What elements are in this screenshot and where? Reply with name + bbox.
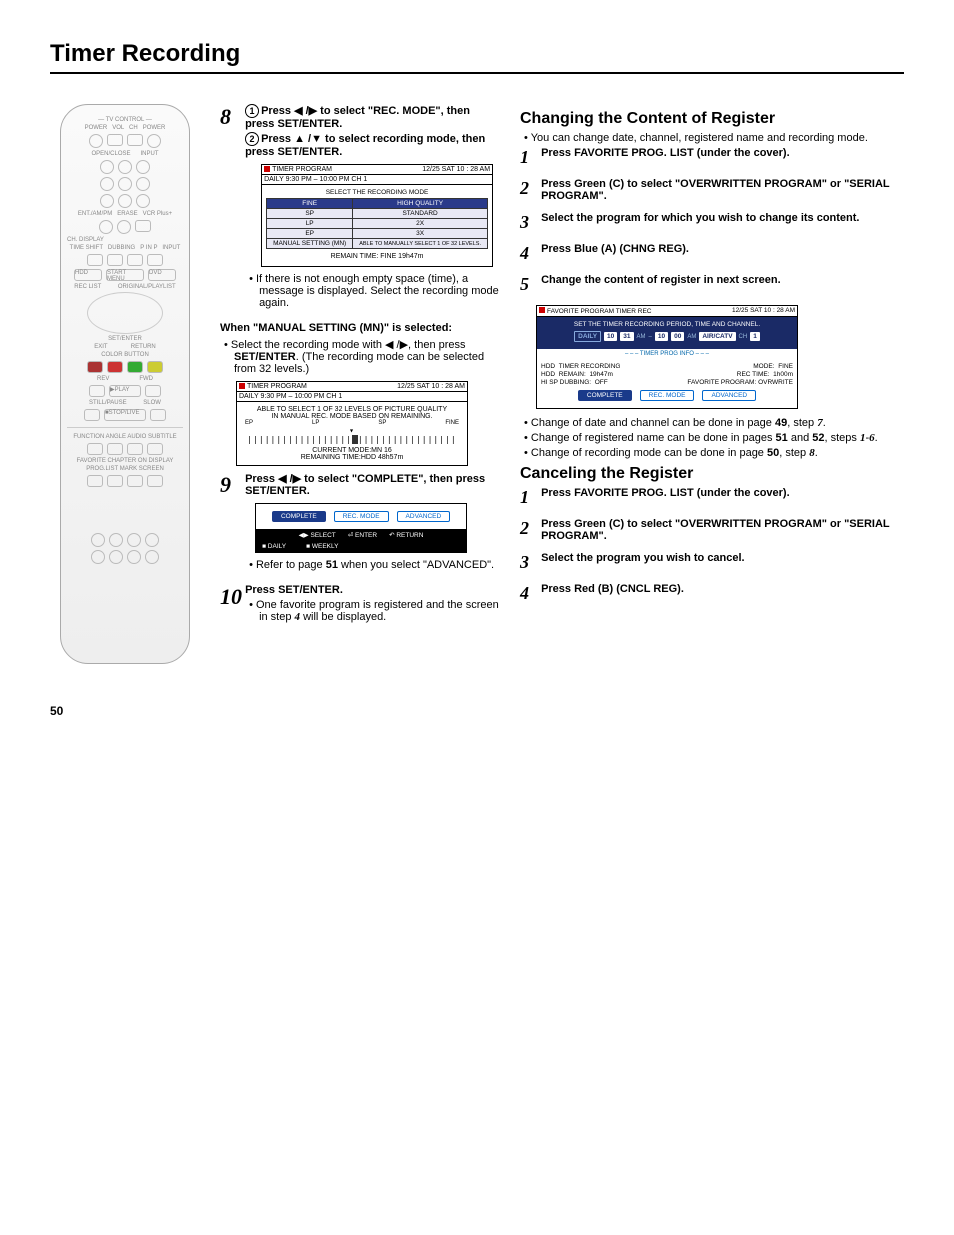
osd-line2: IN MANUAL REC. MODE BASED ON REMAINING. (241, 413, 463, 420)
osd-title: TIMER PROGRAM (247, 383, 307, 390)
osd-recording-mode: TIMER PROGRAM 12/25 SAT 10 : 28 AM DAILY … (261, 164, 493, 267)
canceling-s3-num: 3 (520, 552, 538, 573)
mn-heading: When "MANUAL SETTING (MN)" is selected: (220, 322, 500, 334)
changing-s5: Change the content of register in next s… (541, 274, 899, 286)
canceling-s4-num: 4 (520, 583, 538, 604)
canceling-s1-num: 1 (520, 487, 538, 508)
left-right-arrow-icon: ◀ /▶ (278, 473, 301, 485)
step8-sub1-c: SET/ENTER (277, 118, 339, 130)
osd-title: TIMER PROGRAM (272, 166, 332, 173)
osd2-dash: – – – TIMER PROG INFO – – – (537, 349, 797, 359)
osd-legend: ◀▶ SELECT ⏎ ENTER ↶ RETURN (256, 529, 466, 541)
right-column: Changing the Content of Register You can… (520, 104, 904, 664)
changing-intro: You can change date, channel, registered… (520, 132, 904, 144)
middle-column: 8 1Press ◀ /▶ to select "REC. MODE", the… (220, 104, 500, 664)
osd-heading: SELECT THE RECORDING MODE (266, 189, 488, 196)
osd2-caption: SET THE TIMER RECORDING PERIOD, TIME AND… (541, 321, 793, 328)
step8-sub2-c: SET/ENTER (277, 146, 339, 158)
osd-remaining: REMAINING TIME:HDD 48h57m (241, 454, 463, 461)
osd-btn-complete: COMPLETE (272, 511, 326, 522)
step-10: 10 Press SET/ENTER. One favorite program… (220, 584, 500, 626)
changing-b2: Change of registered name can be done in… (520, 432, 904, 444)
page-title: Timer Recording (50, 40, 904, 74)
changing-b1: Change of date and channel can be done i… (520, 417, 904, 429)
changing-s3-num: 3 (520, 212, 538, 233)
osd2-fields: DAILY 10 31 AM – 10 00 AM AIR/CATV CH 1 (541, 331, 793, 342)
osd-clock: 12/25 SAT 10 : 28 AM (397, 383, 465, 390)
step8-sub2-d: . (339, 146, 342, 158)
step10-note: One favorite program is registered and t… (245, 599, 499, 623)
changing-b3: Change of recording mode can be done in … (520, 447, 904, 459)
step9-note: Refer to page 51 when you select "ADVANC… (245, 559, 499, 571)
osd2-btn-recmode: REC. MODE (640, 390, 695, 401)
changing-s1-num: 1 (520, 147, 538, 168)
remote-control-image: — TV CONTROL — POWER VOL CH POWER OPEN/C… (60, 104, 190, 664)
osd2-clock: 12/25 SAT 10 : 28 AM (732, 307, 795, 315)
osd-remain: REMAIN TIME: FINE 19h47m (266, 251, 488, 262)
osd-mode-table: FINEHIGH QUALITY SPSTANDARD LP2X EP3X MA… (266, 198, 488, 249)
mn-text: Select the recording mode with ◀ /▶, the… (220, 338, 500, 375)
step-9: 9 Press ◀ /▶ to select "COMPLETE", then … (220, 472, 500, 574)
step-10-number: 10 (220, 584, 242, 610)
canceling-s3: Select the program you wish to cancel. (541, 552, 899, 564)
osd2-info: HDD TIMER RECORDINGMODE: FINE HDD REMAIN… (537, 359, 797, 408)
osd-subtitle: DAILY 9:30 PM – 10:00 PM CH 1 (237, 392, 467, 402)
osd-line1: ABLE TO SELECT 1 OF 32 LEVELS OF PICTURE… (241, 406, 463, 413)
osd-btn-recmode: REC. MODE (334, 511, 389, 522)
osd-complete-bar: COMPLETE REC. MODE ADVANCED ◀▶ SELECT ⏎ … (255, 503, 467, 553)
up-down-arrow-icon: ▲ /▼ (294, 133, 322, 145)
left-right-arrow-icon: ◀ /▶ (385, 339, 408, 351)
remote-column: — TV CONTROL — POWER VOL CH POWER OPEN/C… (50, 104, 200, 664)
step8-sub2-a: Press (261, 133, 294, 145)
osd-btn-advanced: ADVANCED (397, 511, 451, 522)
step8-sub1-d: . (339, 118, 342, 130)
osd2-btn-advanced: ADVANCED (702, 390, 756, 401)
osd-scale-icon: ▾|||||||||||||||||||||||||||||||||||| (241, 426, 463, 444)
substep-circled-2: 2 (245, 132, 259, 146)
osd-mn-scale: TIMER PROGRAM 12/25 SAT 10 : 28 AM DAILY … (236, 381, 468, 466)
osd-favorite-program: FAVORITE PROGRAM TIMER REC 12/25 SAT 10 :… (536, 305, 798, 409)
osd-subtitle: DAILY 9:30 PM – 10:00 PM CH 1 (262, 175, 492, 185)
step-8: 8 1Press ◀ /▶ to select "REC. MODE", the… (220, 104, 500, 312)
changing-s4-num: 4 (520, 243, 538, 264)
changing-s3: Select the program for which you wish to… (541, 212, 899, 224)
step-9-number: 9 (220, 472, 242, 498)
substep-circled-1: 1 (245, 104, 259, 118)
canceling-s2-num: 2 (520, 518, 538, 539)
changing-heading: Changing the Content of Register (520, 110, 904, 128)
osd-clock: 12/25 SAT 10 : 28 AM (422, 166, 490, 173)
remote-header: — TV CONTROL — (67, 117, 183, 123)
step8-note: If there is not enough empty space (time… (245, 273, 499, 309)
changing-s2-num: 2 (520, 178, 538, 199)
left-right-arrow-icon: ◀ /▶ (294, 105, 317, 117)
page-number: 50 (50, 704, 904, 718)
osd2-title: FAVORITE PROGRAM TIMER REC (547, 308, 652, 315)
osd2-btn-complete: COMPLETE (578, 390, 632, 401)
canceling-heading: Canceling the Register (520, 465, 904, 483)
osd-current-mode: CURRENT MODE:MN 16 (241, 447, 463, 454)
changing-s5-num: 5 (520, 274, 538, 295)
step8-sub1-a: Press (261, 105, 294, 117)
step-8-number: 8 (220, 104, 242, 130)
